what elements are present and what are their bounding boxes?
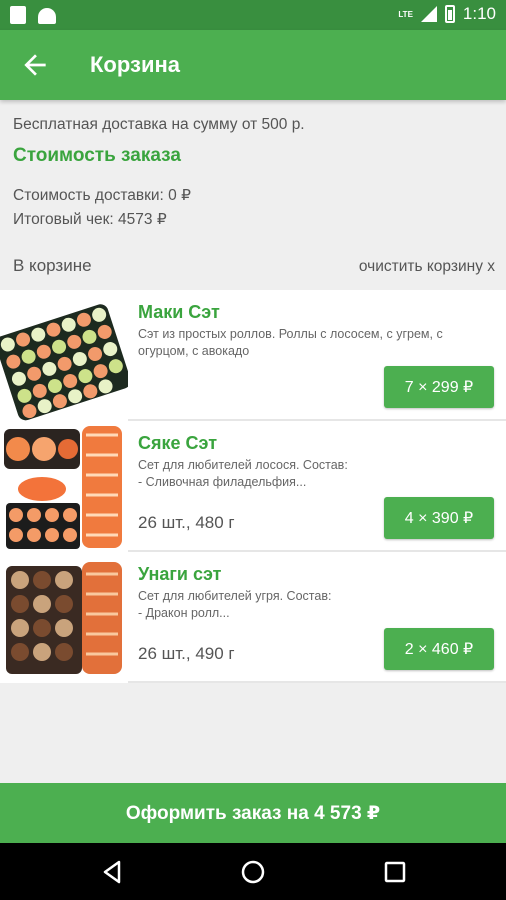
system-nav-bar — [0, 843, 506, 900]
item-quantity-price-button[interactable]: 7 × 299 ₽ — [384, 366, 494, 408]
signal-icon — [420, 6, 437, 22]
order-total: Итоговый чек: 4573 ₽ — [13, 211, 167, 228]
cart-item[interactable]: Унаги сэт Сет для любителей угря. Состав… — [0, 552, 506, 683]
free-delivery-note: Бесплатная доставка на сумму от 500 р. — [13, 116, 305, 133]
status-bar: LTE 1:10 — [0, 0, 506, 30]
nav-back-icon[interactable] — [97, 857, 127, 887]
app-bar: Корзина — [0, 30, 506, 100]
item-quantity-price-button[interactable]: 4 × 390 ₽ — [384, 497, 494, 539]
cart-item[interactable]: Сяке Сэт Сет для любителей лосося. Соста… — [0, 421, 506, 552]
item-name: Маки Сэт — [138, 302, 220, 322]
maki-set-image — [0, 290, 128, 421]
cart-header: В корзине очистить корзину x — [13, 256, 495, 276]
item-description: Сэт из простых роллов. Роллы с лососем, … — [138, 327, 443, 358]
item-quantity-price-button[interactable]: 2 × 460 ₽ — [384, 628, 494, 670]
item-description: Сет для любителей угря. Состав: - Дракон… — [138, 589, 332, 620]
order-summary: Бесплатная доставка на сумму от 500 р. С… — [13, 116, 493, 229]
page-title: Корзина — [90, 52, 180, 77]
item-meta: 26 шт., 490 г — [138, 644, 235, 663]
delivery-cost: Стоимость доставки: 0 ₽ — [13, 187, 191, 204]
item-meta: 26 шт., 480 г — [138, 513, 235, 532]
item-name: Сяке Сэт — [138, 433, 218, 453]
order-cost-heading: Стоимость заказа — [13, 145, 181, 166]
back-arrow-icon[interactable] — [18, 49, 52, 81]
item-name: Унаги сэт — [138, 564, 222, 584]
nav-home-icon[interactable] — [238, 857, 268, 887]
syake-set-image — [0, 421, 128, 552]
cart-items: Маки Сэт Сэт из простых роллов. Роллы с … — [0, 290, 506, 683]
cart-item[interactable]: Маки Сэт Сэт из простых роллов. Роллы с … — [0, 290, 506, 421]
battery-icon — [444, 5, 455, 23]
clear-cart-link[interactable]: очистить корзину x — [359, 258, 495, 276]
status-time: 1:10 — [462, 4, 496, 23]
checkout-button[interactable]: Оформить заказ на 4 573 ₽ — [0, 783, 506, 843]
network-type: LTE — [398, 9, 413, 19]
item-description: Сет для любителей лосося. Состав: - Слив… — [138, 458, 348, 489]
cart-label: В корзине — [13, 256, 92, 275]
unagi-set-image — [0, 552, 128, 683]
sd-card-icon — [10, 6, 26, 24]
android-icon — [38, 8, 56, 24]
nav-recents-icon[interactable] — [380, 857, 410, 887]
